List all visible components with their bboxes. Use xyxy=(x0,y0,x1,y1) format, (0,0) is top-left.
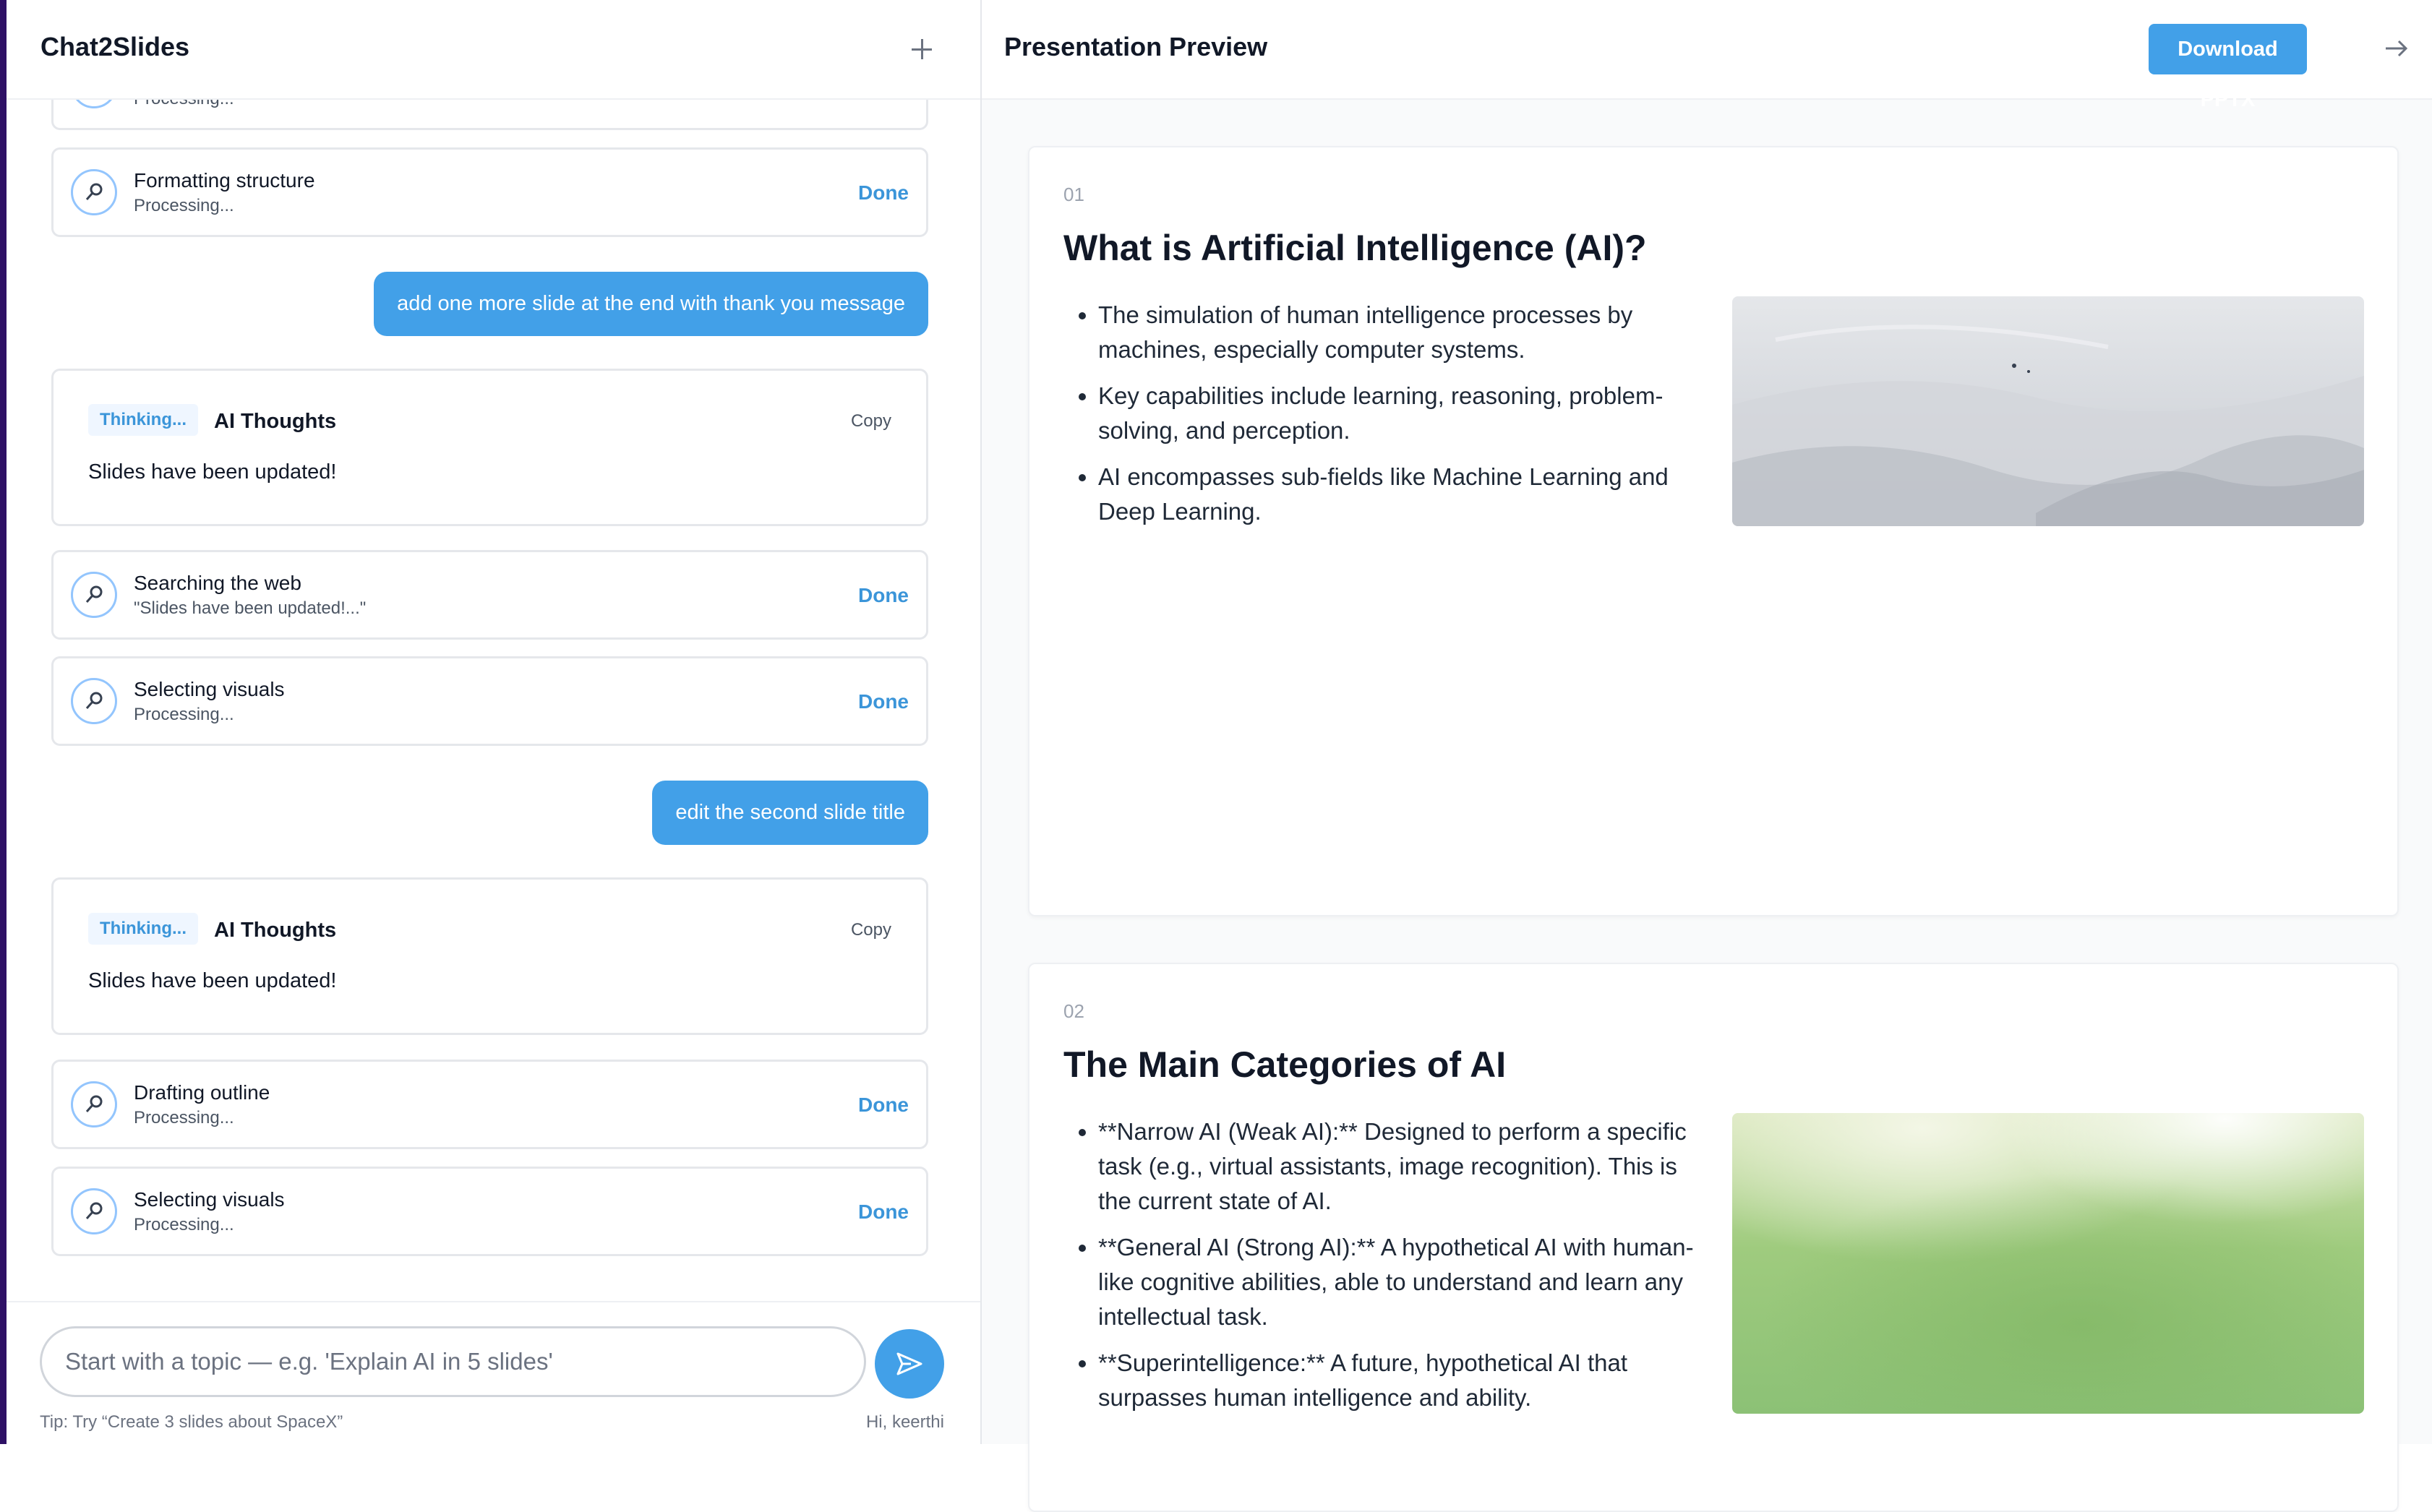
slide-bullet: The simulation of human intelligence pro… xyxy=(1098,298,1705,367)
preview-panel: Presentation Preview Download PPTX 01 Wh… xyxy=(982,0,2432,1512)
tip-text: Tip: Try “Create 3 slides about SpaceX” xyxy=(40,1412,343,1432)
step-subtitle: Processing... xyxy=(134,1108,234,1127)
step-status: Done xyxy=(858,690,909,713)
thoughts-title: AI Thoughts xyxy=(214,410,337,433)
slide-bullet: **Superintelligence:** A future, hypothe… xyxy=(1098,1346,1705,1415)
send-button[interactable] xyxy=(875,1329,944,1399)
download-pptx-button[interactable]: Download PPTX xyxy=(2149,24,2307,111)
chat-composer: Tip: Try “Create 3 slides about SpaceX” … xyxy=(7,1301,980,1446)
user-greeting: Hi, keerthi xyxy=(865,1412,944,1432)
ai-thoughts-card: Thinking... AI Thoughts Copy Slides have… xyxy=(51,877,928,1035)
thinking-badge: Thinking... xyxy=(88,404,198,436)
search-icon xyxy=(71,1081,117,1127)
copy-button[interactable]: Copy xyxy=(851,920,891,940)
step-title: Drafting outline xyxy=(134,1081,270,1104)
step-subtitle: Processing... xyxy=(134,1215,234,1234)
search-icon xyxy=(71,98,117,108)
step-card: Formatting structure Processing... Done xyxy=(51,147,928,237)
slide-bullet: **Narrow AI (Weak AI):** Designed to per… xyxy=(1098,1114,1705,1219)
chat-messages[interactable]: Processing... Formatting structure Proce… xyxy=(7,98,980,1301)
window-edge-strip xyxy=(0,0,7,1444)
search-icon xyxy=(71,678,117,724)
slide-title: The Main Categories of AI xyxy=(1063,1044,1507,1085)
step-title: Selecting visuals xyxy=(134,1188,285,1211)
user-message: add one more slide at the end with thank… xyxy=(374,272,928,336)
collapse-preview-button[interactable] xyxy=(2380,32,2413,65)
slide-card[interactable]: 02 The Main Categories of AI **Narrow AI… xyxy=(1028,963,2399,1512)
step-card: Selecting visuals Processing... Done xyxy=(51,656,928,746)
search-icon xyxy=(71,572,117,618)
slide-bullets: The simulation of human intelligence pro… xyxy=(1063,298,1705,541)
copy-button[interactable]: Copy xyxy=(851,411,891,431)
search-icon xyxy=(71,1188,117,1234)
chat-input[interactable] xyxy=(40,1326,866,1397)
chat-panel: Chat2Slides Processing... Formatting str… xyxy=(7,0,982,1446)
blurred-green-image xyxy=(1732,1113,2364,1414)
step-card: Selecting visuals Processing... Done xyxy=(51,1167,928,1256)
step-subtitle: Processing... xyxy=(134,196,234,215)
thoughts-text: Slides have been updated! xyxy=(88,969,337,992)
step-card: Processing... xyxy=(51,98,928,130)
slide-bullet: AI encompasses sub-fields like Machine L… xyxy=(1098,460,1705,529)
chat-header: Chat2Slides xyxy=(7,0,980,100)
send-icon xyxy=(896,1352,922,1375)
thoughts-title: AI Thoughts xyxy=(214,919,337,942)
arrow-right-icon xyxy=(2386,40,2408,57)
snow-landscape-image xyxy=(1732,296,2364,526)
thinking-badge: Thinking... xyxy=(88,913,198,945)
step-title: Searching the web xyxy=(134,572,301,594)
preview-title: Presentation Preview xyxy=(1004,32,1268,61)
step-status: Done xyxy=(858,1094,909,1116)
step-status: Done xyxy=(858,181,909,204)
step-card: Drafting outline Processing... Done xyxy=(51,1060,928,1149)
app-title: Chat2Slides xyxy=(40,32,190,61)
preview-header: Presentation Preview Download PPTX xyxy=(982,0,2432,111)
search-icon xyxy=(71,169,117,215)
thoughts-text: Slides have been updated! xyxy=(88,460,337,484)
slide-title: What is Artificial Intelligence (AI)? xyxy=(1063,228,1647,268)
step-title: Formatting structure xyxy=(134,169,315,192)
step-subtitle: Processing... xyxy=(134,98,234,108)
user-message: edit the second slide title xyxy=(652,781,928,845)
slide-number: 02 xyxy=(1063,1000,1084,1022)
step-subtitle: "Slides have been updated!..." xyxy=(134,598,367,618)
step-status: Done xyxy=(858,1200,909,1223)
step-title: Selecting visuals xyxy=(134,678,285,700)
slide-bullet: Key capabilities include learning, reaso… xyxy=(1098,379,1705,448)
slide-card[interactable]: 01 What is Artificial Intelligence (AI)?… xyxy=(1028,146,2399,916)
new-chat-button[interactable] xyxy=(903,30,941,68)
step-subtitle: Processing... xyxy=(134,705,234,724)
slide-bullets: **Narrow AI (Weak AI):** Designed to per… xyxy=(1063,1114,1705,1427)
step-status: Done xyxy=(858,584,909,606)
step-card: Searching the web "Slides have been upda… xyxy=(51,550,928,640)
slide-bullet: **General AI (Strong AI):** A hypothetic… xyxy=(1098,1230,1705,1334)
slide-number: 01 xyxy=(1063,184,1084,205)
ai-thoughts-card: Thinking... AI Thoughts Copy Slides have… xyxy=(51,369,928,526)
